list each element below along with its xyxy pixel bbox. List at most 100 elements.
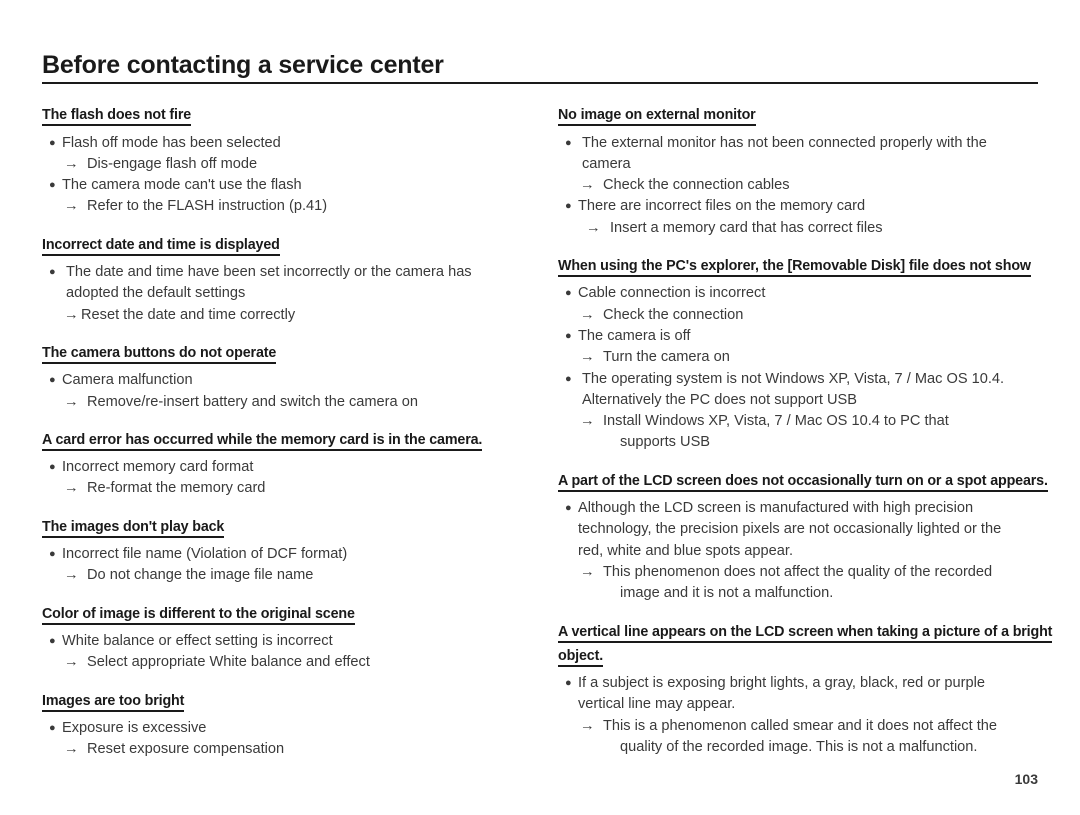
continuation-line: vertical line may appear. <box>558 694 1055 715</box>
arrow-icon: → <box>64 198 79 215</box>
continuation-line: adopted the default settings <box>42 283 539 304</box>
bullet-icon: ● <box>565 329 572 342</box>
bullet-item: ● Cable connection is incorrect <box>558 283 1055 304</box>
bullet-item: ● White balance or effect setting is inco… <box>42 631 539 652</box>
arrow-icon: → <box>64 654 79 671</box>
section-heading-wrap: Incorrect date and time is displayed <box>42 233 539 257</box>
section-heading-images-are-too-bright: Images are too bright <box>42 692 184 712</box>
item-text: Remove/re-insert battery and switch the … <box>87 393 418 410</box>
item-text: The external monitor has not been connec… <box>582 134 987 151</box>
section-heading-when-using-the-pc-s-explorer-the-removable-disk-: When using the PC's explorer, the [Remov… <box>558 258 1031 278</box>
item-text: The operating system is not Windows XP, … <box>582 370 1005 387</box>
bullet-icon: ● <box>49 721 56 734</box>
bullet-item: ● Incorrect file name (Violation of DCF f… <box>42 544 539 565</box>
item-text: Do not change the image file name <box>87 567 314 584</box>
arrow-icon: → <box>64 306 79 323</box>
item-text: Incorrect memory card format <box>62 459 254 476</box>
item-text: This is a phenomenon called smear and it… <box>603 717 998 734</box>
item-text: Refer to the FLASH instruction (p.41) <box>87 198 328 215</box>
continuation-line: quality of the recorded image. This is n… <box>558 737 1055 758</box>
bullet-icon: ● <box>49 266 56 279</box>
bullet-item: ● Although the LCD screen is manufactured… <box>558 498 1055 519</box>
item-text: Check the connection cables <box>603 177 790 194</box>
item-text: If a subject is exposing bright lights, … <box>578 675 985 692</box>
content-columns: The flash does not fire ● Flash off mode h… <box>42 103 1052 760</box>
item-text: Reset exposure compensation <box>87 741 285 758</box>
troubleshooting-section: A card error has occurred while the memo… <box>42 428 539 500</box>
item-text: image and it is not a malfunction. <box>620 585 834 602</box>
section-heading-incorrect-date-and-time-is-displayed: Incorrect date and time is displayed <box>42 236 280 256</box>
arrow-icon: → <box>586 219 601 236</box>
item-text: Alternatively the PC does not support US… <box>582 391 857 408</box>
bullet-item: ● Flash off mode has been selected <box>42 133 539 154</box>
item-text: Exposure is excessive <box>62 719 207 736</box>
item-text: The date and time have been set incorrec… <box>66 264 472 281</box>
troubleshooting-section: The camera buttons do not operate ● Camera… <box>42 341 539 413</box>
section-heading-wrap: When using the PC's explorer, the [Remov… <box>558 254 1055 278</box>
continuation-line: Alternatively the PC does not support US… <box>558 390 1055 411</box>
arrow-icon: → <box>64 741 79 758</box>
page-number: 103 <box>1014 771 1038 787</box>
section-heading-wrap: Color of image is different to the origi… <box>42 602 539 626</box>
bullet-icon: ● <box>49 461 56 474</box>
item-text: Although the LCD screen is manufactured … <box>578 500 974 517</box>
troubleshooting-section: A part of the LCD screen does not occasi… <box>558 469 1055 605</box>
item-text: The camera mode can't use the flash <box>62 177 302 194</box>
arrow-icon: → <box>580 413 595 430</box>
troubleshooting-section: The images don't play back ● Incorrect fil… <box>42 515 539 587</box>
item-text: Camera malfunction <box>62 372 193 389</box>
arrow-item: → Remove/re-insert battery and switch the… <box>42 392 539 413</box>
arrow-item: → Insert a memory card that has correct f… <box>558 218 1055 239</box>
item-text: Insert a memory card that has correct fi… <box>610 219 883 236</box>
bullet-item: ● Incorrect memory card format <box>42 457 539 478</box>
section-heading-a-vertical-line-appears-on-the-lcd-screen-when-t: A vertical line appears on the LCD scree… <box>558 623 1052 667</box>
arrow-item: → Install Windows XP, Vista, 7 / Mac OS 1… <box>558 411 1055 432</box>
bullet-item: ● The camera mode can't use the flash <box>42 175 539 196</box>
arrow-icon: → <box>64 480 79 497</box>
troubleshooting-section: No image on external monitor ● The externa… <box>558 103 1055 239</box>
section-heading-wrap: No image on external monitor <box>558 103 1055 127</box>
arrow-item: → Refer to the FLASH instruction (p.41) <box>42 196 539 217</box>
item-text: quality of the recorded image. This is n… <box>620 739 978 756</box>
bullet-icon: ● <box>565 287 572 300</box>
arrow-item: → Do not change the image file name <box>42 565 539 586</box>
arrow-item: → Dis-engage flash off mode <box>42 154 539 175</box>
section-heading-no-image-on-external-monitor: No image on external monitor <box>558 107 756 127</box>
item-text: Cable connection is incorrect <box>578 285 766 302</box>
bullet-item: ● Camera malfunction <box>42 370 539 391</box>
troubleshooting-section: Incorrect date and time is displayed ● The… <box>42 233 539 326</box>
arrow-icon: → <box>64 393 79 410</box>
section-heading-the-images-don-t-play-back: The images don't play back <box>42 518 224 538</box>
page-title: Before contacting a service center <box>42 51 444 79</box>
section-heading-wrap: The camera buttons do not operate <box>42 341 539 365</box>
item-text: adopted the default settings <box>66 285 246 302</box>
arrow-item: → Check the connection cables <box>558 175 1055 196</box>
troubleshooting-section: When using the PC's explorer, the [Remov… <box>558 254 1055 454</box>
left-column: The flash does not fire ● Flash off mode h… <box>42 103 539 760</box>
arrow-icon: → <box>64 155 79 172</box>
item-text: The camera is off <box>578 327 691 344</box>
bullet-icon: ● <box>565 677 572 690</box>
continuation-line: supports USB <box>558 432 1055 453</box>
section-heading-wrap: The images don't play back <box>42 515 539 539</box>
arrow-icon: → <box>580 563 595 580</box>
section-heading-wrap: Images are too bright <box>42 689 539 713</box>
item-text: White balance or effect setting is incor… <box>62 632 333 649</box>
bullet-item: ● If a subject is exposing bright lights,… <box>558 673 1055 694</box>
arrow-item: → Turn the camera on <box>558 347 1055 368</box>
continuation-line: camera <box>558 154 1055 175</box>
troubleshooting-section: A vertical line appears on the LCD scree… <box>558 620 1055 759</box>
arrow-icon: → <box>580 177 595 194</box>
arrow-item: → Check the connection <box>558 305 1055 326</box>
bullet-icon: ● <box>565 136 572 149</box>
manual-page: Before contacting a service center The f… <box>0 0 1080 815</box>
item-text: Re-format the memory card <box>87 480 266 497</box>
continuation-line: red, white and blue spots appear. <box>558 541 1055 562</box>
bullet-item: ● Exposure is excessive <box>42 718 539 739</box>
item-text: This phenomenon does not affect the qual… <box>603 563 993 580</box>
item-text: There are incorrect files on the memory … <box>578 198 866 215</box>
item-text: Install Windows XP, Vista, 7 / Mac OS 10… <box>603 413 949 430</box>
troubleshooting-section: Images are too bright ● Exposure is excess… <box>42 689 539 761</box>
item-text: Flash off mode has been selected <box>62 134 281 151</box>
section-heading-the-flash-does-not-fire: The flash does not fire <box>42 107 191 127</box>
